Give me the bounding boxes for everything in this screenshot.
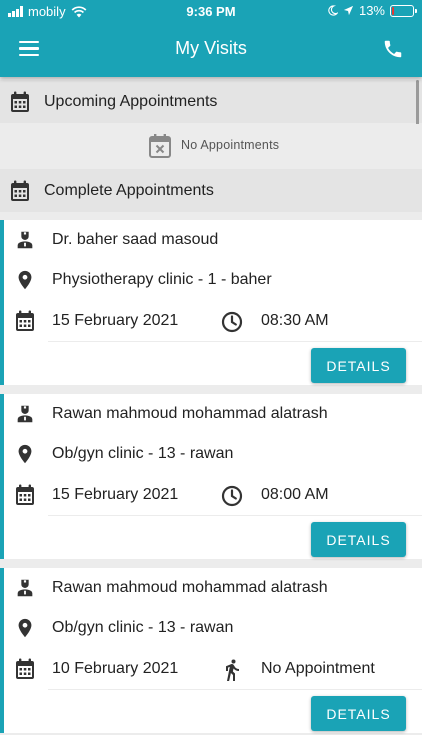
doctor-icon — [17, 405, 33, 423]
no-appointments-placeholder: No Appointments — [0, 124, 422, 167]
doctor-row: Rawan mahmoud mohammad alatrash — [4, 568, 422, 608]
calendar-icon — [11, 180, 29, 201]
battery-icon — [390, 4, 417, 17]
doctor-name: Rawan mahmoud mohammad alatrash — [52, 405, 328, 422]
doctor-name: Rawan mahmoud mohammad alatrash — [52, 579, 328, 596]
details-button[interactable]: DETAILS — [311, 348, 406, 383]
divider — [48, 689, 422, 690]
section-title: Complete Appointments — [44, 181, 214, 199]
clock-icon — [221, 311, 243, 333]
status-right: 13% — [327, 3, 417, 18]
appointment-card[interactable]: Dr. baher saad masoud Physiotherapy clin… — [0, 220, 422, 385]
calendar-icon — [16, 658, 34, 679]
complete-appointments-header: Complete Appointments — [0, 169, 422, 212]
clinic-row: Physiotherapy clinic - 1 - baher — [4, 260, 422, 300]
divider — [48, 341, 422, 342]
doctor-name: Dr. baher saad masoud — [52, 231, 219, 248]
moon-icon — [328, 5, 338, 16]
status-bar: mobily 9:36 PM 13% — [0, 0, 422, 24]
battery-percent: 13% — [358, 3, 385, 18]
location-pin-icon — [18, 444, 32, 464]
appointment-date: 10 February 2021 — [52, 660, 179, 677]
calendar-icon — [11, 91, 29, 112]
next-card-edge — [0, 735, 422, 750]
appointment-time: 08:30 AM — [261, 312, 329, 329]
clinic-name: Ob/gyn clinic - 13 - rawan — [52, 619, 234, 636]
battery-level — [392, 6, 394, 15]
divider — [48, 515, 422, 516]
appointment-status: No Appointment — [261, 660, 375, 677]
no-appointments-text: No Appointments — [181, 138, 280, 152]
calendar-icon — [16, 310, 34, 331]
date-time-row: 15 February 2021 08:30 AM — [4, 301, 422, 341]
clock-icon — [221, 485, 243, 507]
clinic-name: Ob/gyn clinic - 13 - rawan — [52, 445, 234, 462]
clinic-row: Ob/gyn clinic - 13 - rawan — [4, 608, 422, 648]
location-arrow-icon — [343, 5, 354, 16]
appointment-card[interactable]: Rawan mahmoud mohammad alatrash Ob/gyn c… — [0, 568, 422, 733]
doctor-icon — [17, 231, 33, 249]
section-title: Upcoming Appointments — [44, 92, 218, 110]
location-pin-icon — [18, 270, 32, 290]
upcoming-appointments-header: Upcoming Appointments — [0, 80, 422, 123]
details-button[interactable]: DETAILS — [311, 696, 406, 731]
appointment-date: 15 February 2021 — [52, 486, 179, 503]
appointment-time: 08:00 AM — [261, 486, 329, 503]
walking-person-icon — [226, 659, 239, 681]
appointment-card[interactable]: Rawan mahmoud mohammad alatrash Ob/gyn c… — [0, 394, 422, 559]
clinic-name: Physiotherapy clinic - 1 - baher — [52, 271, 272, 288]
location-pin-icon — [18, 618, 32, 638]
phone-icon[interactable] — [382, 38, 404, 60]
clinic-row: Ob/gyn clinic - 13 - rawan — [4, 434, 422, 474]
app-header: mobily 9:36 PM 13% My Visits — [0, 0, 422, 77]
date-time-row: 15 February 2021 08:00 AM — [4, 475, 422, 515]
page-title: My Visits — [175, 38, 247, 58]
doctor-row: Rawan mahmoud mohammad alatrash — [4, 394, 422, 434]
date-time-row: 10 February 2021 No Appointment — [4, 649, 422, 689]
calendar-icon — [16, 484, 34, 505]
details-button[interactable]: DETAILS — [311, 522, 406, 557]
calendar-remove-icon — [149, 134, 171, 158]
doctor-icon — [17, 579, 33, 597]
appointment-date: 15 February 2021 — [52, 312, 179, 329]
doctor-row: Dr. baher saad masoud — [4, 220, 422, 260]
